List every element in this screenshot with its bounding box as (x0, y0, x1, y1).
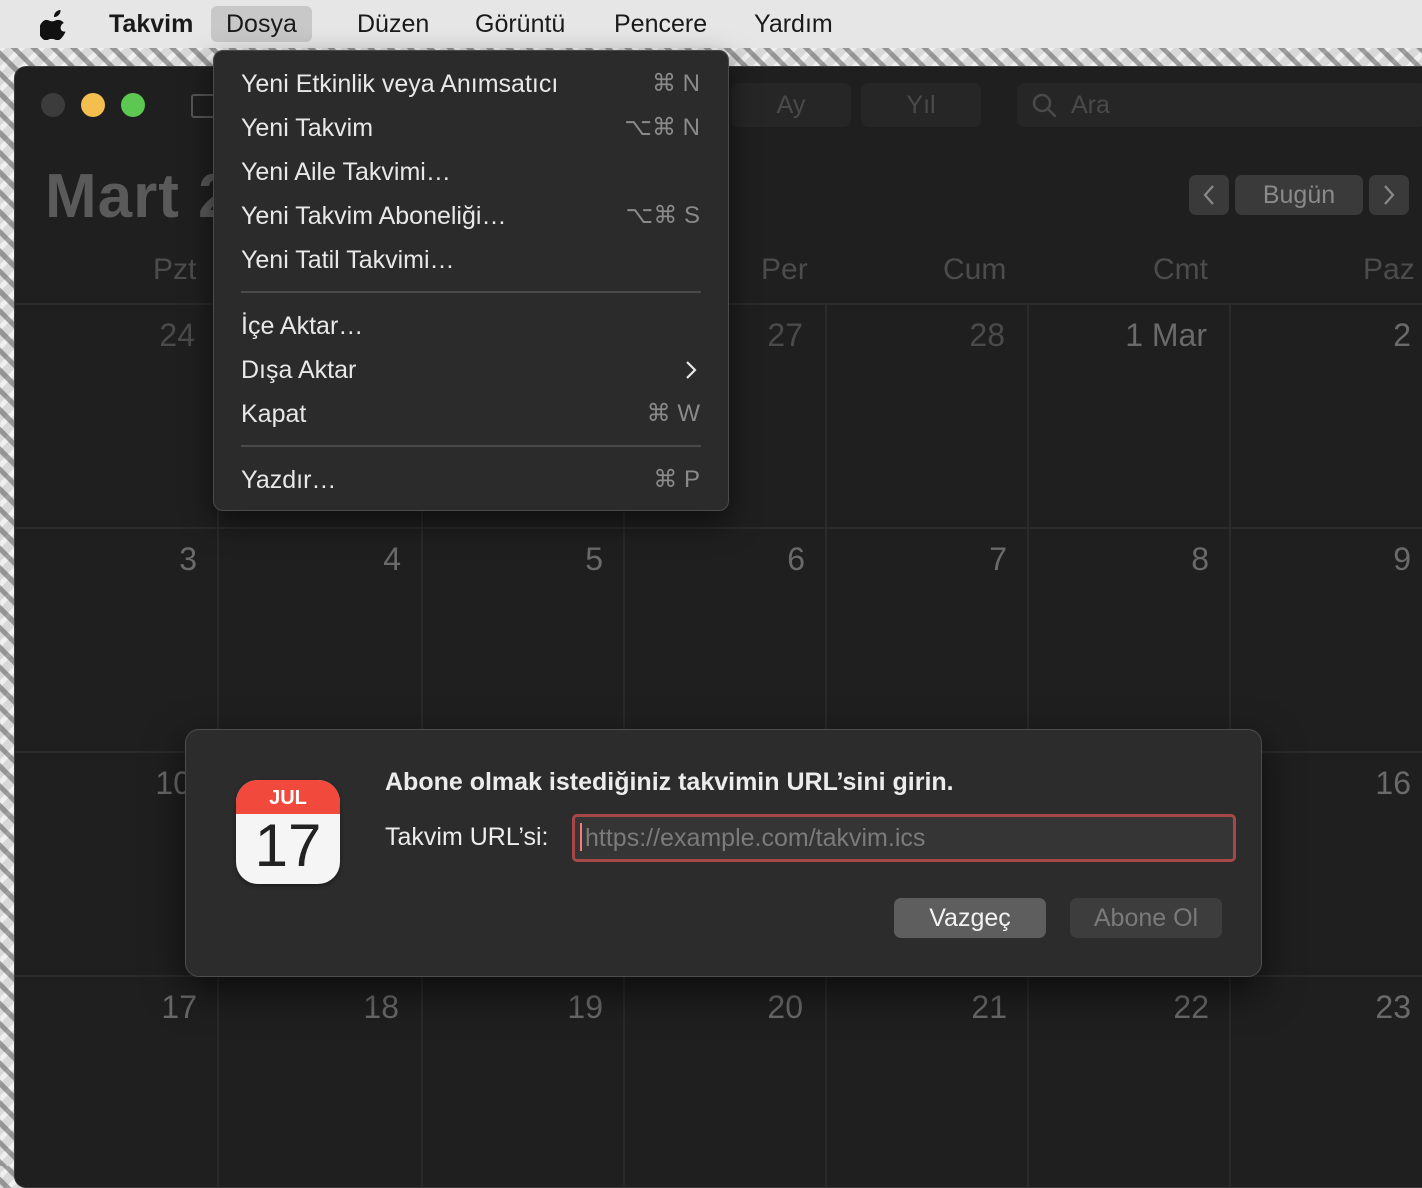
dialog-title: Abone olmak istediğiniz takvimin URL’sin… (385, 768, 954, 796)
app-icon-month: JUL (236, 780, 340, 814)
month-title: Mart 2 (45, 162, 234, 231)
day-cell[interactable]: 16 (1291, 765, 1411, 802)
menu-item-label: Yeni Aile Takvimi… (241, 158, 451, 186)
menu-item-label: Yeni Takvim (241, 114, 374, 142)
menu-item-import[interactable]: İçe Aktar… (214, 306, 728, 346)
app-icon-day: 17 (254, 812, 322, 879)
menu-item-new-family-calendar[interactable]: Yeni Aile Takvimi… (214, 152, 728, 192)
menu-item-new-event[interactable]: Yeni Etkinlik veya Anımsatıcı ⌘ N (214, 64, 728, 104)
day-cell[interactable]: 23 (1291, 989, 1411, 1026)
weekday-cmt: Cmt (1153, 253, 1208, 286)
url-label: Takvim URL’si: (385, 823, 549, 851)
window-zoom-button[interactable] (121, 93, 145, 117)
next-month-button[interactable] (1369, 175, 1409, 215)
weekday-cum: Cum (943, 253, 1007, 286)
day-cell[interactable]: 10 (71, 765, 191, 802)
menu-item-label: Yeni Etkinlik veya Anımsatıcı (241, 70, 559, 98)
day-cell[interactable]: 28 (885, 317, 1005, 354)
menu-item-new-holiday-calendar[interactable]: Yeni Tatil Takvimi… (214, 240, 728, 280)
menu-bar: Takvim Dosya Düzen Görüntü Pencere Yardı… (0, 0, 1422, 48)
window-close-button[interactable] (41, 93, 65, 117)
weekday-paz: Paz (1363, 253, 1415, 286)
menu-yardim[interactable]: Yardım (739, 6, 848, 42)
day-cell[interactable]: 7 (887, 541, 1007, 578)
day-cell[interactable]: 9 (1291, 541, 1411, 578)
day-cell[interactable]: 8 (1089, 541, 1209, 578)
menu-item-print[interactable]: Yazdır… ⌘ P (214, 460, 728, 500)
window-minimize-button[interactable] (81, 93, 105, 117)
chevron-right-icon (686, 361, 697, 379)
day-cell[interactable]: 6 (685, 541, 805, 578)
search-placeholder: Ara (1071, 91, 1110, 119)
view-year-button[interactable]: Yıl (861, 83, 981, 127)
menu-app-takvim[interactable]: Takvim (94, 6, 208, 42)
menu-item-new-calendar[interactable]: Yeni Takvim ⌥⌘ N (214, 108, 728, 148)
text-caret (580, 823, 582, 851)
day-cell[interactable]: 21 (887, 989, 1007, 1026)
menu-item-label: Yazdır… (241, 466, 337, 494)
subscribe-button[interactable]: Abone Ol (1070, 898, 1222, 938)
menu-separator (241, 291, 701, 293)
menu-pencere[interactable]: Pencere (599, 6, 722, 42)
chevron-left-icon (1203, 185, 1214, 205)
subscription-dialog: JUL 17 Abone olmak istediğiniz takvimin … (185, 729, 1262, 977)
menu-item-label: Yeni Takvim Aboneliği… (241, 202, 507, 230)
day-cell[interactable]: 18 (279, 989, 399, 1026)
calendar-url-input[interactable] (572, 814, 1236, 862)
shortcut-label: ⌘ P (653, 466, 700, 493)
view-month-button[interactable]: Ay (731, 83, 851, 127)
weekday-pzt: Pzt (153, 253, 197, 286)
shortcut-label: ⌘ W (646, 400, 700, 427)
menu-goruntu[interactable]: Görüntü (460, 6, 580, 42)
weekday-per: Per (761, 253, 808, 286)
day-cell[interactable]: 4 (281, 541, 401, 578)
day-cell[interactable]: 24 (75, 317, 195, 354)
search-field[interactable]: Ara (1017, 83, 1422, 127)
menu-item-new-subscription[interactable]: Yeni Takvim Aboneliği… ⌥⌘ S (214, 196, 728, 236)
day-cell[interactable]: 2 (1291, 317, 1411, 354)
today-button[interactable]: Bugün (1235, 175, 1363, 215)
menu-item-label: Yeni Tatil Takvimi… (241, 246, 455, 274)
menu-duzen[interactable]: Düzen (342, 6, 444, 42)
menu-dosya[interactable]: Dosya (211, 6, 312, 42)
grid-line (15, 527, 1422, 529)
day-cell[interactable]: 5 (483, 541, 603, 578)
file-menu: Yeni Etkinlik veya Anımsatıcı ⌘ N Yeni T… (213, 50, 729, 511)
day-cell[interactable]: 1 Mar (1087, 317, 1207, 354)
shortcut-label: ⌘ N (652, 70, 700, 97)
menu-item-export[interactable]: Dışa Aktar (214, 350, 728, 390)
day-cell[interactable]: 20 (683, 989, 803, 1026)
calendar-app-icon: JUL 17 (236, 780, 340, 884)
day-cell[interactable]: 17 (77, 989, 197, 1026)
cancel-button[interactable]: Vazgeç (894, 898, 1046, 938)
menu-separator (241, 445, 701, 447)
shortcut-label: ⌥⌘ S (625, 202, 700, 229)
day-cell[interactable]: 22 (1089, 989, 1209, 1026)
previous-month-button[interactable] (1189, 175, 1229, 215)
day-cell[interactable]: 3 (77, 541, 197, 578)
menu-item-label: Kapat (241, 400, 307, 428)
menu-item-label: İçe Aktar… (241, 312, 364, 340)
shortcut-label: ⌥⌘ N (624, 114, 700, 141)
search-icon (1032, 93, 1057, 118)
menu-item-label: Dışa Aktar (241, 356, 357, 384)
menu-item-close[interactable]: Kapat ⌘ W (214, 394, 728, 434)
apple-icon[interactable] (40, 8, 70, 40)
chevron-right-icon (1384, 185, 1395, 205)
day-cell[interactable]: 19 (483, 989, 603, 1026)
